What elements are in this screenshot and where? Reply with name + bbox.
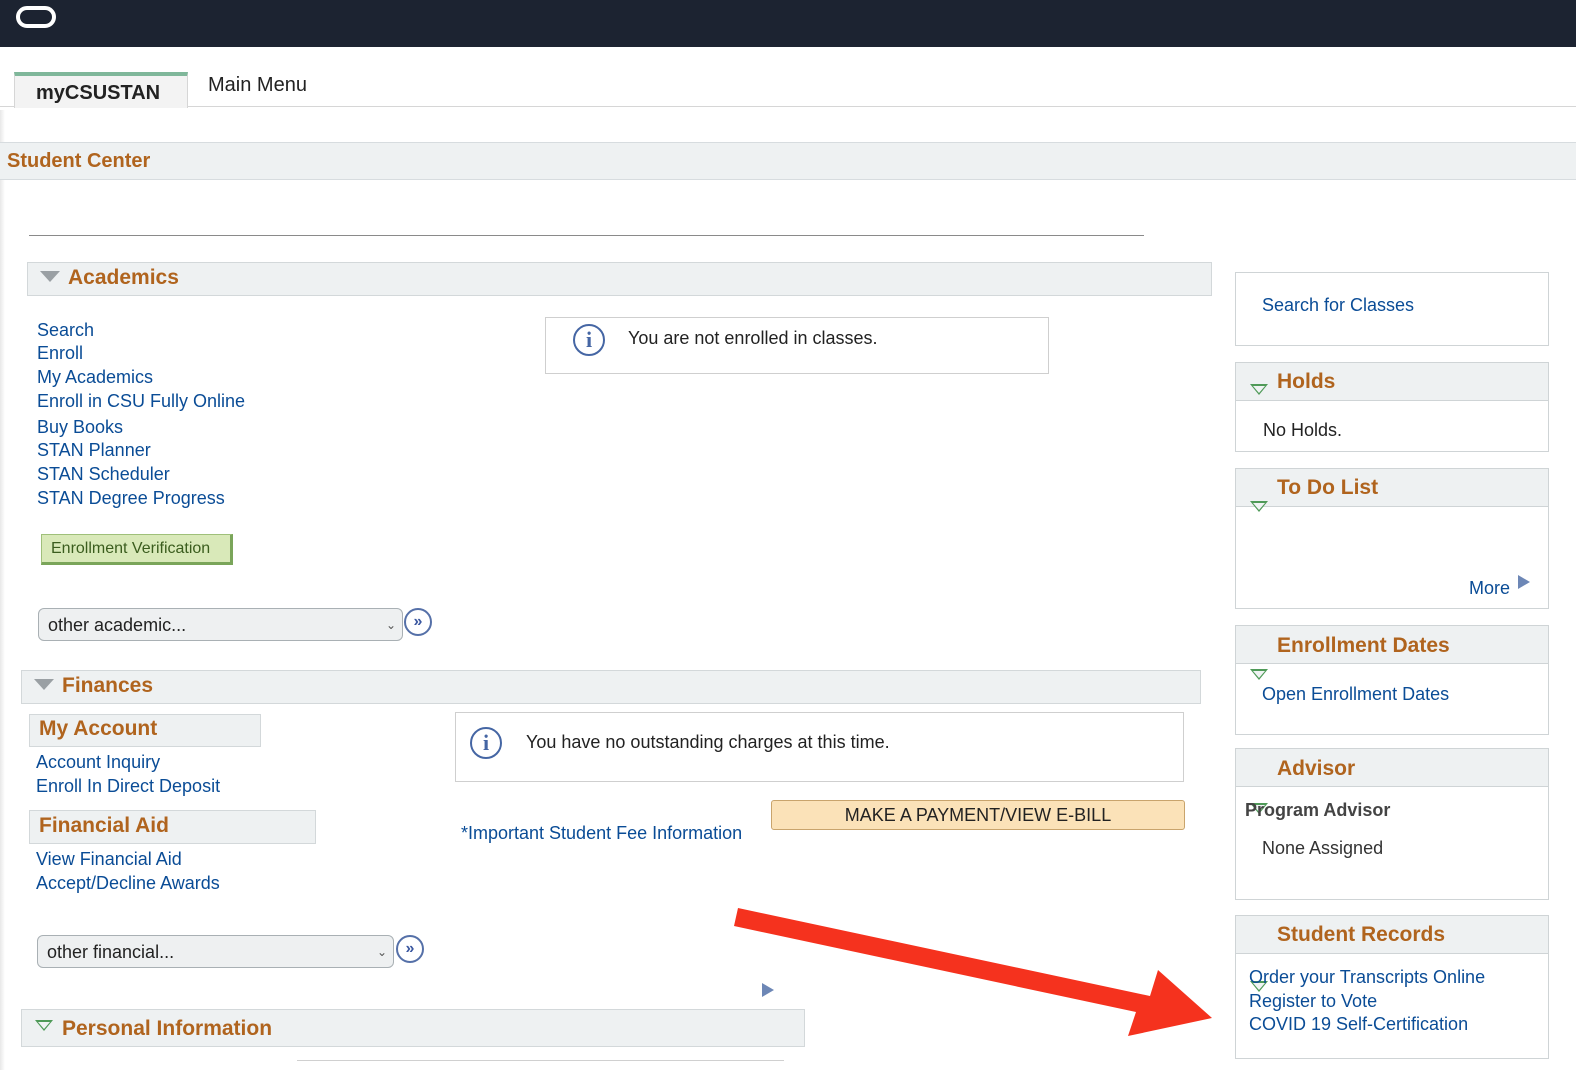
enrollment-dates-title: Enrollment Dates [1277,634,1450,657]
enrollment-notice-text: You are not enrolled in classes. [628,328,878,348]
triangle-down-icon[interactable] [1250,669,1268,680]
link-view-financial-aid[interactable]: View Financial Aid [36,849,182,870]
academics-link-stan-planner[interactable]: STAN Planner [37,440,151,461]
student-name-divider [29,235,1144,236]
program-advisor-label: Program Advisor [1245,800,1391,820]
tab-divider [0,106,1576,107]
academics-link-search[interactable]: Search [37,320,94,341]
search-for-classes-link[interactable]: Search for Classes [1262,295,1414,316]
personal-info-title: Personal Information [62,1017,273,1040]
triangle-down-icon[interactable] [1250,501,1268,512]
enrollment-verification-button[interactable]: Enrollment Verification [41,534,233,565]
program-advisor-value: None Assigned [1262,838,1384,858]
finances-title: Finances [62,674,154,697]
academics-link-stan-scheduler[interactable]: STAN Scheduler [37,464,170,485]
other-financial-select[interactable]: other financial... ⌄ [37,935,394,968]
academics-link-my-academics[interactable]: My Academics [37,367,153,388]
academics-section-header[interactable] [27,262,1212,296]
annotation-arrow-icon [734,908,1212,1036]
oracle-logo-icon[interactable] [16,6,56,28]
chevron-down-icon: ⌄ [385,618,396,632]
open-enrollment-dates-link[interactable]: Open Enrollment Dates [1262,684,1449,705]
play-arrow-icon[interactable] [1518,575,1530,589]
collapse-triangle-icon[interactable] [40,271,60,282]
double-chevron-right-icon[interactable]: » [396,935,424,963]
academics-link-enroll[interactable]: Enroll [37,343,83,364]
student-records-title: Student Records [1277,923,1446,946]
academics-link-stan-degree-progress[interactable]: STAN Degree Progress [37,488,225,509]
academics-link-buy-books[interactable]: Buy Books [37,417,123,438]
link-direct-deposit[interactable]: Enroll In Direct Deposit [36,776,220,797]
holds-text: No Holds. [1263,420,1343,440]
my-account-title: My Account [39,717,158,740]
double-chevron-right-icon[interactable]: » [404,608,432,636]
chevron-down-icon: ⌄ [376,945,387,959]
triangle-down-icon[interactable] [1250,384,1268,395]
page-header [0,142,1576,180]
charges-notice-text: You have no outstanding charges at this … [526,732,890,752]
tab-main-menu[interactable]: Main Menu [208,74,307,97]
other-academic-value: other academic... [48,615,187,635]
register-to-vote-link[interactable]: Register to Vote [1249,991,1377,1012]
other-financial-value: other financial... [47,942,175,962]
important-fee-info-link[interactable]: *Important Student Fee Information [461,823,742,844]
tab-mycsustan[interactable]: myCSUSTAN [14,72,188,108]
holds-title: Holds [1277,370,1336,393]
order-transcripts-link[interactable]: Order your Transcripts Online [1249,967,1485,988]
link-account-inquiry[interactable]: Account Inquiry [36,752,160,773]
divider [297,1060,784,1061]
covid-self-certification-link[interactable]: COVID 19 Self-Certification [1249,1014,1468,1035]
triangle-down-icon[interactable] [35,1020,53,1031]
other-academic-select[interactable]: other academic... ⌄ [38,608,403,641]
financial-aid-title: Financial Aid [39,814,169,837]
info-circle-icon: i [573,324,605,356]
info-circle-icon: i [470,727,502,759]
page-title: Student Center [7,150,151,172]
finances-section-header[interactable] [21,670,1201,704]
top-bar [0,0,1576,47]
todo-title: To Do List [1277,476,1379,499]
todo-more-link[interactable]: More [1469,578,1510,599]
frame-edge [0,110,5,1070]
link-accept-decline-awards[interactable]: Accept/Decline Awards [36,873,220,894]
make-payment-button[interactable]: MAKE A PAYMENT/VIEW E-BILL [771,800,1185,830]
academics-title: Academics [68,266,179,289]
advisor-title: Advisor [1277,757,1356,780]
academics-link-csu-fully-online[interactable]: Enroll in CSU Fully Online [37,391,245,412]
collapse-triangle-icon[interactable] [34,679,54,690]
